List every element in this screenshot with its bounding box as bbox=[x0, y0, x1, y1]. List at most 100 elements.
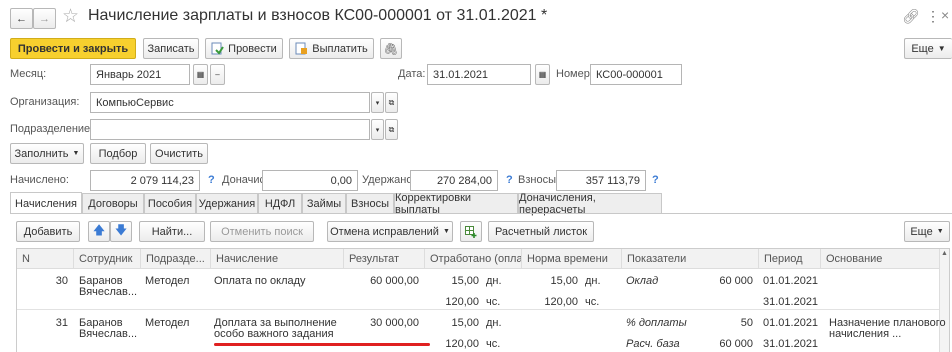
tab-benefits[interactable]: Пособия bbox=[144, 193, 196, 213]
result-cell: 60 000,00 bbox=[370, 275, 419, 287]
grid-scrollbar[interactable]: ▲ bbox=[939, 249, 949, 352]
tab-contributions[interactable]: Взносы bbox=[346, 193, 394, 213]
arrow-up-icon: 🡅 bbox=[92, 223, 106, 237]
number-field[interactable]: КС00-000001 bbox=[590, 64, 682, 85]
period-start: 01.01.2021 bbox=[763, 317, 819, 329]
indicator-value: 60 000 bbox=[719, 275, 753, 287]
employee-name-2: Вячеслав... bbox=[79, 286, 138, 298]
date-field[interactable]: 31.01.2021 bbox=[427, 64, 531, 85]
grid-more-button[interactable]: Еще ▼ bbox=[904, 221, 950, 242]
post-document-icon bbox=[211, 42, 224, 55]
withheld-label: Удержано: bbox=[362, 174, 416, 186]
back-button[interactable]: ← bbox=[10, 8, 33, 29]
close-icon[interactable]: × bbox=[941, 7, 949, 23]
date-calendar-button[interactable]: ▦ bbox=[535, 64, 550, 85]
select-button[interactable]: Подбор bbox=[90, 143, 146, 164]
accrued-label: Начислено: bbox=[10, 174, 69, 186]
indicator-name: % доплаты bbox=[626, 317, 687, 329]
table-row[interactable]: 30 Баранов Вячеслав... Методел Оплата по… bbox=[17, 270, 939, 310]
arrow-down-icon: 🡇 bbox=[114, 223, 128, 237]
pay-document-icon bbox=[295, 42, 308, 55]
worked-hours-unit: чс. bbox=[486, 338, 501, 350]
chevron-down-icon: ▼ bbox=[442, 228, 450, 235]
column-header-department[interactable]: Подразде... bbox=[140, 249, 210, 269]
norm-hours: 120,00 bbox=[544, 296, 578, 308]
column-header-n[interactable]: N bbox=[17, 249, 57, 269]
month-label: Месяц: bbox=[10, 68, 47, 80]
organization-dropdown-button[interactable]: ▾ bbox=[371, 92, 384, 113]
worked-days: 15,00 bbox=[451, 317, 479, 329]
favorite-star-icon[interactable]: ☆ bbox=[62, 5, 79, 28]
row-number: 31 bbox=[55, 317, 68, 329]
tab-contracts[interactable]: Договоры bbox=[82, 193, 144, 213]
table-settings-button[interactable] bbox=[460, 221, 482, 242]
column-header-worked[interactable]: Отработано (оплаче... bbox=[424, 249, 521, 269]
date-label: Дата: bbox=[398, 68, 426, 80]
department-cell: Методел bbox=[145, 317, 190, 329]
period-start: 01.01.2021 bbox=[763, 275, 819, 287]
column-header-accrual[interactable]: Начисление bbox=[210, 249, 343, 269]
undo-corrections-button[interactable]: Отмена исправлений ▼ bbox=[327, 221, 453, 242]
organization-field[interactable]: КомпьюСервис bbox=[90, 92, 370, 113]
chevron-down-icon: ▼ bbox=[72, 150, 80, 157]
month-stepper[interactable]: – bbox=[210, 64, 225, 85]
tab-ndfl[interactable]: НДФЛ bbox=[258, 193, 302, 213]
norm-hours-unit: чс. bbox=[585, 296, 600, 308]
worked-days: 15,00 bbox=[451, 275, 479, 287]
accrued-field: 2 079 114,23 bbox=[90, 170, 200, 191]
withheld-help-icon[interactable]: ? bbox=[506, 174, 513, 186]
extra-accrued-field: 0,00 bbox=[262, 170, 358, 191]
add-row-button[interactable]: Добавить bbox=[16, 221, 80, 242]
organization-open-button[interactable]: ⧉ bbox=[385, 92, 398, 113]
save-button[interactable]: Записать bbox=[143, 38, 199, 59]
post-button[interactable]: Провести bbox=[205, 38, 283, 59]
clear-button[interactable]: Очистить bbox=[150, 143, 208, 164]
accrued-help-icon[interactable]: ? bbox=[208, 174, 215, 186]
organization-label: Организация: bbox=[10, 96, 80, 108]
indicator-name: Оклад bbox=[626, 275, 659, 287]
worked-days-unit: дн. bbox=[486, 275, 502, 287]
more-button[interactable]: Еще ▼ bbox=[904, 38, 952, 59]
accrual-cell: Оплата по окладу bbox=[214, 275, 306, 287]
attach-button[interactable]: 🖇︎ bbox=[380, 38, 402, 59]
move-up-button[interactable]: 🡅 bbox=[88, 221, 110, 242]
department-label: Подразделение: bbox=[10, 123, 94, 135]
contributions-help-icon[interactable]: ? bbox=[652, 174, 659, 186]
department-field[interactable] bbox=[90, 119, 370, 140]
tab-recalculations[interactable]: Доначисления, перерасчеты bbox=[518, 192, 662, 216]
link-icon[interactable]: 🔗︎ bbox=[902, 8, 920, 25]
tab-deductions[interactable]: Удержания bbox=[196, 193, 258, 213]
column-header-period[interactable]: Период bbox=[758, 249, 820, 269]
worked-hours: 120,00 bbox=[445, 296, 479, 308]
worked-hours: 120,00 bbox=[445, 338, 479, 350]
tab-payment-corrections[interactable]: Корректировки выплаты bbox=[394, 192, 518, 216]
month-calendar-button[interactable]: ▦ bbox=[193, 64, 208, 85]
menu-icon[interactable]: ⋮ bbox=[926, 8, 940, 25]
column-header-employee[interactable]: Сотрудник bbox=[73, 249, 140, 269]
scroll-up-icon[interactable]: ▲ bbox=[941, 250, 948, 257]
column-header-result[interactable]: Результат bbox=[343, 249, 424, 269]
back-arrow-icon: ← bbox=[16, 12, 27, 25]
paperclip-icon: 🖇︎ bbox=[383, 41, 399, 56]
table-row[interactable]: 31 Баранов Вячеслав... Методел Доплата з… bbox=[17, 311, 946, 352]
fill-button[interactable]: Заполнить ▼ bbox=[10, 143, 84, 164]
annotation-underline bbox=[214, 343, 430, 346]
department-dropdown-button[interactable]: ▾ bbox=[371, 119, 384, 140]
tab-accruals[interactable]: Начисления bbox=[10, 192, 82, 214]
worked-hours-unit: чс. bbox=[486, 296, 501, 308]
pay-button[interactable]: Выплатить bbox=[289, 38, 374, 59]
forward-button[interactable]: → bbox=[33, 8, 56, 29]
column-header-basis[interactable]: Основание bbox=[820, 249, 939, 269]
column-header-indicators[interactable]: Показатели bbox=[621, 249, 758, 269]
cancel-search-button[interactable]: Отменить поиск bbox=[210, 221, 314, 242]
norm-days: 15,00 bbox=[550, 275, 578, 287]
find-button[interactable]: Найти... bbox=[139, 221, 205, 242]
department-open-button[interactable]: ⧉ bbox=[385, 119, 398, 140]
post-and-close-button[interactable]: Провести и закрыть bbox=[10, 38, 136, 59]
payslip-button[interactable]: Расчетный листок bbox=[488, 221, 594, 242]
column-header-norm[interactable]: Норма времени bbox=[521, 249, 621, 269]
tab-loans[interactable]: Займы bbox=[302, 193, 346, 213]
month-field[interactable]: Январь 2021 bbox=[90, 64, 190, 85]
accrual-cell-2: особо важного задания bbox=[214, 328, 334, 340]
move-down-button[interactable]: 🡇 bbox=[110, 221, 132, 242]
